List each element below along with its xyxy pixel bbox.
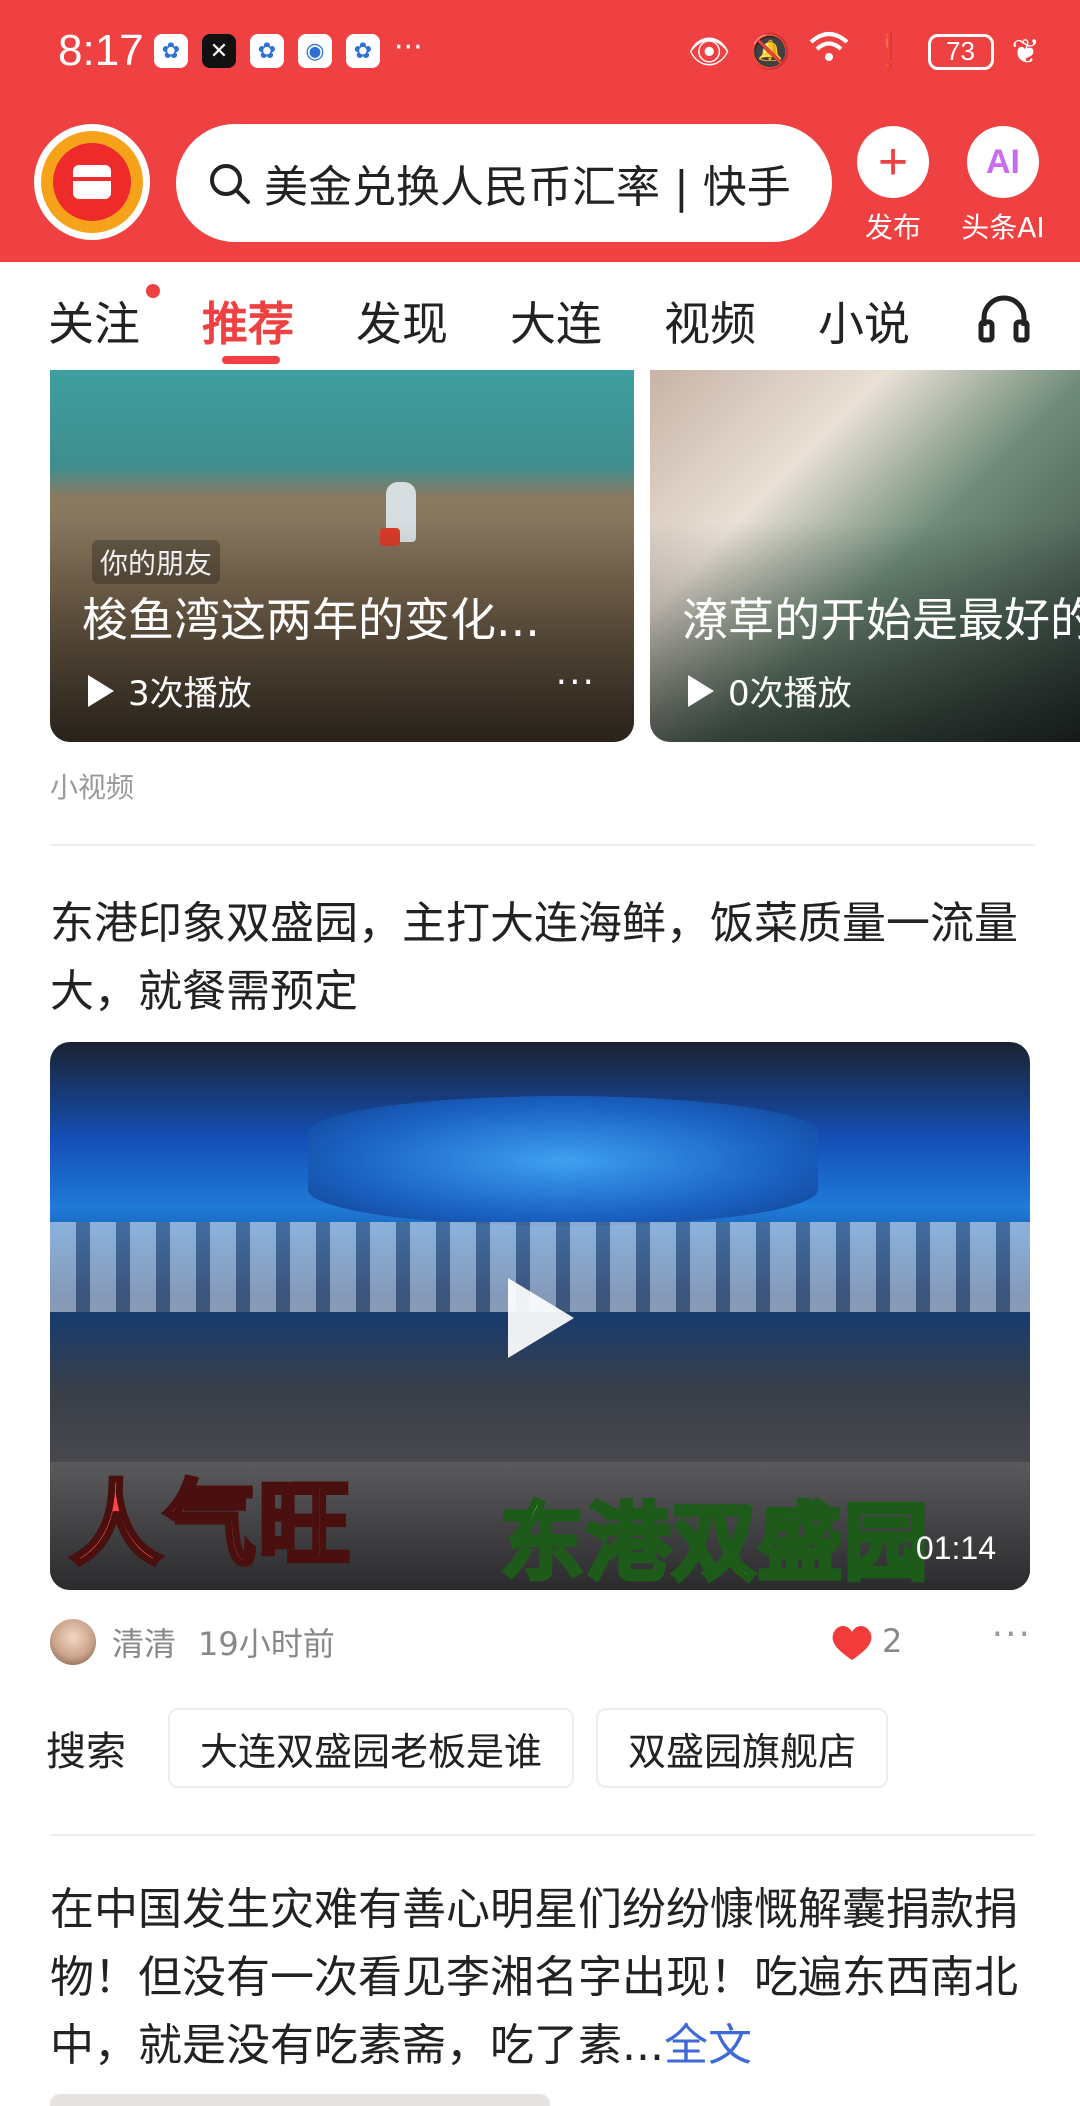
eye-comfort-icon: 👁 — [687, 31, 731, 72]
article-title[interactable]: 东港印象双盛园，主打大连海鲜，饭菜质量一流量大，就餐需预定 — [50, 890, 1034, 1026]
status-bar: 8:17 ✿ ✕ ✿ ◉ ✿ ··· 👁 🔕 ❗ 73 ❦ — [0, 0, 1080, 104]
ai-label: 头条AI — [961, 211, 1045, 244]
more-options-button[interactable]: ··· — [556, 662, 596, 703]
related-search-label: 搜索 — [46, 1729, 126, 1775]
video-caption: 人气旺 — [68, 1469, 353, 1580]
video-thumbnail[interactable]: 人气旺 东港双盛园 01:14 — [50, 1042, 1030, 1590]
article-title[interactable]: 在中国发生灾难有善心明星们纷纷慷慨解囊捐款捐物！但没有一次看见李湘名字出现！吃遍… — [50, 1876, 1034, 2080]
play-count-text: 0次播放 — [728, 674, 852, 714]
toutiao-ai-button[interactable]: AI 头条AI — [948, 126, 1058, 246]
divider — [50, 1834, 1034, 1836]
play-count: 0次播放 — [688, 666, 852, 715]
system-icons: 👁 🔕 ❗ 73 ❦ — [688, 30, 1040, 73]
tab-novel[interactable]: 小说 — [818, 288, 910, 354]
status-time: 8:17 — [58, 26, 144, 75]
app-header: 8:17 ✿ ✕ ✿ ◉ ✿ ··· 👁 🔕 ❗ 73 ❦ 美金兑换人民币汇率 … — [0, 0, 1080, 262]
aquarium-ceiling — [308, 1096, 818, 1226]
tab-video[interactable]: 视频 — [664, 288, 756, 354]
notification-icons: ✿ ✕ ✿ ◉ ✿ ··· — [154, 30, 423, 68]
search-placeholder: 美金兑换人民币汇率 | 快手 — [264, 162, 791, 213]
battery-icon: 73 — [927, 33, 994, 70]
baidu-icon: ✿ — [250, 34, 284, 68]
heart-icon[interactable] — [830, 1622, 874, 1662]
article-meta: 清清 19小时前 2 ··· — [50, 1614, 1034, 1670]
video-duration: 01:14 — [915, 1530, 996, 1566]
small-video-card[interactable]: 你的朋友 梭鱼湾这两年的变化... 3次播放 ··· — [50, 370, 634, 742]
capcut-icon: ✕ — [202, 34, 236, 68]
play-count: 3次播放 — [88, 666, 252, 715]
headphones-icon[interactable] — [976, 290, 1032, 346]
app-logo[interactable] — [34, 124, 150, 240]
search-icon — [210, 164, 250, 204]
next-article-image[interactable] — [50, 2094, 550, 2106]
play-icon — [688, 674, 714, 707]
card-title: 梭鱼湾这两年的变化... — [82, 593, 540, 647]
full-text-link[interactable]: 全文 — [664, 2020, 752, 2071]
divider — [50, 844, 1034, 846]
friend-badge: 你的朋友 — [92, 540, 221, 584]
section-label: 小视频 — [50, 771, 135, 804]
play-icon — [88, 674, 114, 707]
ai-icon: AI — [967, 126, 1039, 198]
publish-button[interactable]: + 发布 — [838, 126, 948, 246]
baidu-icon: ✿ — [346, 34, 380, 68]
publish-label: 发布 — [864, 211, 921, 244]
avatar[interactable] — [50, 1619, 96, 1665]
video-caption: 东港双盛园 — [498, 1492, 931, 1590]
author-name[interactable]: 清清 — [112, 1619, 176, 1665]
tab-follow[interactable]: 关注 — [48, 288, 140, 354]
article-body-text: 在中国发生灾难有善心明星们纷纷慷慨解囊捐款捐物！但没有一次看见李湘名字出现！吃遍… — [50, 1884, 1018, 2071]
more-options-button[interactable]: ··· — [992, 1614, 1032, 1655]
baidu-icon: ✿ — [154, 34, 188, 68]
mute-icon: 🔕 — [748, 31, 792, 72]
browser-icon: ◉ — [298, 34, 332, 68]
publish-time: 19小时前 — [198, 1625, 335, 1663]
leaf-icon: ❦ — [1011, 31, 1041, 72]
small-video-card[interactable]: 潦草的开始是最好的 0次播放 — [650, 370, 1080, 742]
like-count: 2 — [882, 1622, 903, 1660]
play-icon[interactable] — [508, 1278, 574, 1358]
more-notifications-icon: ··· — [394, 30, 423, 65]
red-envelope-icon — [73, 165, 111, 199]
alert-icon: ❗ — [867, 31, 910, 72]
card-title: 潦草的开始是最好的 — [682, 593, 1080, 647]
play-count-text: 3次播放 — [128, 674, 252, 714]
unread-dot — [146, 284, 160, 298]
search-input[interactable]: 美金兑换人民币汇率 | 快手 — [176, 124, 832, 242]
related-search: 搜索 大连双盛园老板是谁 双盛园旗舰店 — [46, 1706, 910, 1790]
tab-dalian[interactable]: 大连 — [510, 288, 602, 354]
channel-tabs: 关注 推荐 发现 大连 视频 小说 — [0, 262, 1080, 370]
tab-recommend[interactable]: 推荐 — [202, 288, 294, 354]
search-suggestion-chip[interactable]: 大连双盛园老板是谁 — [168, 1708, 575, 1788]
tab-discover[interactable]: 发现 — [356, 288, 448, 354]
active-tab-indicator — [222, 356, 280, 364]
wifi-icon — [809, 30, 849, 73]
search-suggestion-chip[interactable]: 双盛园旗舰店 — [596, 1708, 889, 1788]
plus-icon: + — [857, 126, 929, 198]
